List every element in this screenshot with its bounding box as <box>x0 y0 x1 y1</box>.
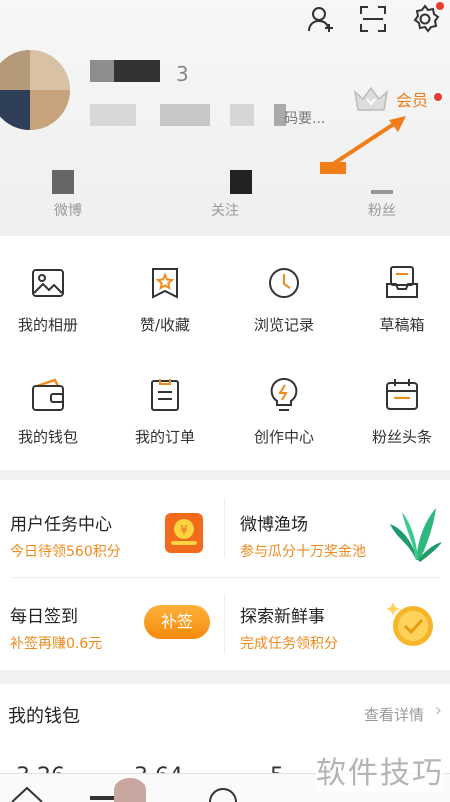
grid-item-likes[interactable]: 赞/收藏 <box>109 264 221 335</box>
grid-item-orders[interactable]: 我的订单 <box>109 376 221 447</box>
settings-notification-dot <box>436 2 444 10</box>
divider <box>224 498 225 558</box>
lightbulb-icon <box>270 377 298 411</box>
vip-label: 会员 <box>396 91 429 110</box>
task-title: 每日签到 <box>10 607 78 627</box>
bio-mosaic <box>160 104 210 126</box>
drafts-tray-icon <box>386 266 418 298</box>
divider <box>10 577 440 578</box>
stat-fans-count-mosaic <box>371 190 393 194</box>
bio-suffix: 码要... <box>284 111 326 127</box>
watermark: 软件技巧 <box>316 748 444 792</box>
grid-item-album[interactable]: 我的相册 <box>0 264 104 335</box>
grid-item-drafts[interactable]: 草稿箱 <box>346 264 450 335</box>
svg-text:¥: ¥ <box>180 523 188 537</box>
task-subtitle: 今日待领560积分 <box>10 544 121 560</box>
grid-item-history[interactable]: 浏览记录 <box>228 264 340 335</box>
home-icon[interactable] <box>10 784 44 802</box>
task-explore[interactable]: 探索新鲜事 完成任务领积分 <box>240 602 338 653</box>
bio-mosaic <box>230 104 254 126</box>
task-fishery[interactable]: 微博渔场 参与瓜分十万奖金池 <box>240 510 366 561</box>
task-checkin[interactable]: 每日签到 补签再赚0.6元 <box>10 602 102 653</box>
top-toolbar <box>306 2 444 34</box>
orders-list-icon <box>151 379 179 411</box>
username-mosaic <box>90 60 114 82</box>
like-collection-icon <box>152 268 178 299</box>
grid-label: 粉丝头条 <box>371 428 432 446</box>
discover-icon[interactable] <box>208 788 238 802</box>
gold-coin-check-icon <box>386 602 433 646</box>
stat-weibo-count-mosaic <box>52 170 74 194</box>
add-friend-icon[interactable] <box>306 4 336 34</box>
profile-stats: 微博 关注 粉丝 <box>0 170 450 230</box>
stat-fans[interactable]: 粉丝 <box>332 170 432 220</box>
wallet-title: 我的钱包 <box>8 706 80 727</box>
stat-weibo[interactable]: 微博 <box>18 170 118 220</box>
crown-icon <box>353 86 389 111</box>
grid-item-fans-headline[interactable]: 粉丝头条 <box>346 376 450 447</box>
wallet-icon <box>32 378 64 411</box>
task-subtitle: 完成任务领积分 <box>240 636 338 652</box>
task-user-center[interactable]: 用户任务中心 今日待领560积分 <box>10 510 121 561</box>
calendar-icon <box>386 379 418 410</box>
wallet-details-link[interactable]: 查看详情 <box>364 704 424 725</box>
divider <box>224 594 225 654</box>
grid-label: 我的订单 <box>134 428 195 446</box>
seaweed-plant-icon <box>390 508 442 562</box>
grid-label: 我的相册 <box>17 316 78 334</box>
chevron-right-icon[interactable]: › <box>435 700 442 721</box>
grid-item-creator[interactable]: 创作中心 <box>228 376 340 447</box>
stat-following[interactable]: 关注 <box>175 170 275 220</box>
stat-following-count-mosaic <box>230 170 252 194</box>
stat-following-label: 关注 <box>211 203 239 219</box>
settings-gear-icon[interactable] <box>410 2 444 34</box>
feature-grid: 我的相册 赞/收藏 浏览记录 草稿箱 我的钱包 我的订单 创作中心 粉丝头条 <box>0 236 450 470</box>
grid-label: 浏览记录 <box>253 316 314 334</box>
grid-label: 我的钱包 <box>17 428 78 446</box>
profile-header: 3 码要... 会员 微博 关注 粉丝 <box>0 0 450 236</box>
vip-member-button[interactable]: 会员 <box>352 84 443 114</box>
username-mosaic <box>114 60 160 82</box>
task-title: 用户任务中心 <box>10 515 112 535</box>
history-clock-icon <box>269 268 299 298</box>
vip-notification-dot <box>434 93 443 101</box>
stat-weibo-label: 微博 <box>54 203 82 219</box>
task-subtitle: 补签再赚0.6元 <box>10 636 103 652</box>
tab-avatar[interactable] <box>114 778 146 802</box>
bio-mosaic <box>90 104 136 126</box>
grid-label: 草稿箱 <box>379 316 425 334</box>
grid-label: 赞/收藏 <box>139 316 191 334</box>
username-suffix: 3 <box>176 62 189 86</box>
task-subtitle: 参与瓜分十万奖金池 <box>240 544 366 560</box>
photo-album-icon <box>32 269 64 297</box>
makeup-checkin-button[interactable]: 补签 <box>144 605 210 639</box>
avatar[interactable] <box>0 50 70 130</box>
task-title: 微博渔场 <box>240 515 308 535</box>
grid-label: 创作中心 <box>253 428 314 446</box>
task-cards: 用户任务中心 今日待领560积分 ¥ 微博渔场 参与瓜分十万奖金池 每日签到 补… <box>0 480 450 670</box>
grid-item-wallet[interactable]: 我的钱包 <box>0 376 104 447</box>
stat-fans-label: 粉丝 <box>368 203 396 219</box>
tab-indicator <box>90 796 114 800</box>
money-bag-icon: ¥ <box>165 513 203 553</box>
task-title: 探索新鲜事 <box>240 607 325 627</box>
scan-icon[interactable] <box>358 4 388 34</box>
